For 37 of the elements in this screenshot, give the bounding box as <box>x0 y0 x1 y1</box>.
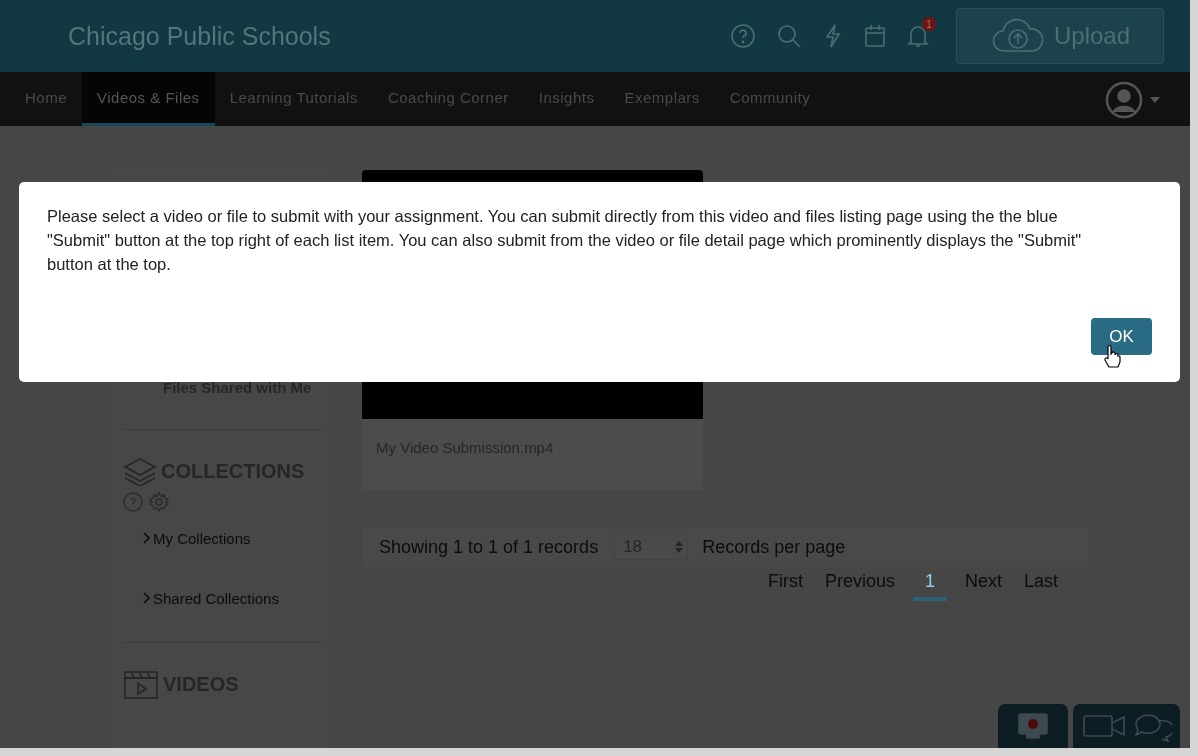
record-icon <box>1017 712 1049 740</box>
user-avatar-icon <box>1104 80 1144 120</box>
page-link[interactable]: 1 <box>912 571 947 601</box>
video-chat-button[interactable] <box>1073 704 1180 748</box>
help-icon <box>730 23 756 49</box>
search-icon <box>776 23 802 49</box>
page-link[interactable]: First <box>763 571 807 601</box>
site-title: Chicago Public Schools <box>68 21 332 51</box>
chevron-icon <box>143 592 151 604</box>
hand-cursor-icon <box>1103 344 1121 368</box>
nav-tab[interactable]: Home <box>10 72 82 126</box>
settings-icon <box>149 492 169 512</box>
nav-tab[interactable]: Exemplars <box>609 72 715 126</box>
nav-tab[interactable]: Insights <box>523 72 610 126</box>
collection-link[interactable]: Shared Collections <box>153 589 279 607</box>
dialog-message: Please select a video or file to submit with your assignment. You can submit directly from this video and files listing page using the the blue "Submit" button at the top right of each list item. You can also submit from the video or file detail page which prominently displays the "Submit" button at the top. <box>47 206 1083 275</box>
spinner-arrows-icon <box>675 540 684 554</box>
records-summary: Showing 1 to 1 of 1 records <box>379 536 599 558</box>
collection-link[interactable]: My Collections <box>153 529 251 547</box>
video-clapper-icon <box>123 669 159 699</box>
page-link[interactable]: Previous <box>820 571 899 601</box>
calendar-icon <box>864 23 886 49</box>
caret-icon <box>1150 97 1160 103</box>
page-link[interactable]: Next <box>960 571 1006 601</box>
page-link[interactable]: Last <box>1019 571 1062 601</box>
nav-tab[interactable]: Videos & Files <box>82 72 215 126</box>
chevron-icon <box>143 532 151 544</box>
per-page-label: Records per page <box>702 536 846 558</box>
notification-badge: 1 <box>922 17 936 31</box>
nav-tab[interactable]: Coaching Corner <box>372 72 524 126</box>
nav-tab[interactable]: Learning Tutorials <box>214 72 373 126</box>
record-button[interactable] <box>998 704 1068 748</box>
ok-button[interactable]: OK <box>1091 318 1152 355</box>
layers-icon <box>123 456 157 486</box>
nav-tab[interactable]: Community <box>714 72 826 126</box>
video-camera-icon <box>1081 712 1126 740</box>
help-icon <box>123 492 143 512</box>
